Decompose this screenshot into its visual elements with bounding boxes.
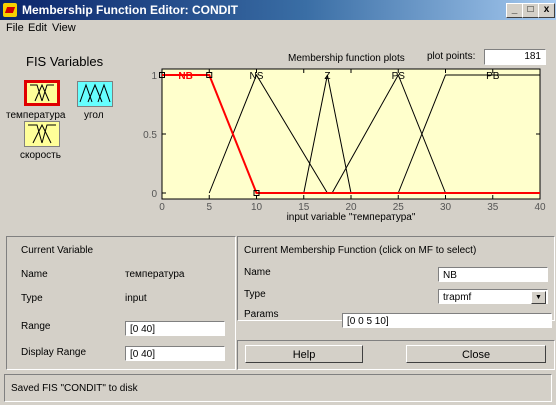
x-tick-label: 30 <box>440 202 452 213</box>
plot-title: Membership function plots <box>288 53 405 64</box>
mf-type-select[interactable]: trapmf ▼ <box>438 289 548 304</box>
mf-plot[interactable]: 0 5 10 15 20 25 30 35 4000.51input variable "тем… <box>140 64 556 234</box>
display-range-label: Display Range <box>21 347 87 358</box>
status-bar: Saved FIS "CONDIT" to disk <box>4 374 552 402</box>
mf-name-input[interactable]: NB <box>438 267 548 282</box>
fis-variables-title: FIS Variables <box>26 54 104 69</box>
matlab-icon <box>3 3 17 17</box>
current-variable-title: Current Variable <box>21 245 94 256</box>
variable-box-speed[interactable] <box>24 121 60 147</box>
variable-box-angle[interactable] <box>77 81 113 107</box>
x-tick-label: 0 <box>159 202 165 213</box>
y-tick-label: 1 <box>151 71 157 82</box>
close-window-button[interactable]: x <box>538 3 555 18</box>
x-axis-label: input variable "температура" <box>287 212 416 223</box>
mf-label-ps[interactable]: PS <box>392 71 406 82</box>
current-variable-panel: Current Variable Name температура Type i… <box>6 236 236 370</box>
menu-edit[interactable]: Edit <box>28 22 47 34</box>
variable-name-label: Name <box>21 269 48 280</box>
variable-box-temperature[interactable] <box>24 80 60 106</box>
mf-type-value: trapmf <box>443 292 472 303</box>
current-mf-title: Current Membership Function (click on MF… <box>244 245 477 256</box>
y-tick-label: 0.5 <box>143 130 157 141</box>
mf-type-label: Type <box>244 289 266 300</box>
variable-label-speed: скорость <box>20 150 61 161</box>
help-button[interactable]: Help <box>245 345 363 363</box>
variable-type-label: Type <box>21 293 43 304</box>
mf-label-pb[interactable]: PB <box>486 71 500 82</box>
maximize-button[interactable]: □ <box>522 3 539 18</box>
variable-name-value: температура <box>125 269 185 280</box>
title-bar: Membership Function Editor: CONDIT _ □ x <box>0 0 556 20</box>
minimize-button[interactable]: _ <box>506 3 523 18</box>
range-label: Range <box>21 321 51 332</box>
display-range-input[interactable]: [0 40] <box>125 346 225 361</box>
close-button[interactable]: Close <box>406 345 546 363</box>
current-mf-panel: Current Membership Function (click on MF… <box>237 236 555 321</box>
mf-thumbnail-icon <box>30 83 54 102</box>
menu-bar: File Edit View <box>0 20 556 37</box>
mf-name-label: Name <box>244 267 271 278</box>
variable-label-angle: угол <box>84 110 104 121</box>
mf-thumbnail-icon <box>79 83 111 103</box>
mf-label-ns[interactable]: NS <box>250 71 264 82</box>
mf-label-nb[interactable]: NB <box>178 71 192 82</box>
status-text: Saved FIS "CONDIT" to disk <box>11 383 138 394</box>
plot-area[interactable] <box>161 68 541 200</box>
variable-type-value: input <box>125 293 147 304</box>
x-tick-label: 5 <box>206 202 212 213</box>
params-input[interactable]: [0 0 5 10] <box>342 313 552 328</box>
x-tick-label: 40 <box>534 202 546 213</box>
variable-label-temperature: температура <box>6 110 66 121</box>
menu-view[interactable]: View <box>52 22 76 34</box>
window-title: Membership Function Editor: CONDIT <box>22 3 238 17</box>
menu-file[interactable]: File <box>6 22 24 34</box>
chevron-down-icon[interactable]: ▼ <box>531 291 546 304</box>
params-label: Params <box>244 309 279 320</box>
mf-thumbnail-icon <box>28 123 56 144</box>
mf-label-z[interactable]: Z <box>324 71 330 82</box>
range-input[interactable]: [0 40] <box>125 321 225 336</box>
plot-points-input[interactable]: 181 <box>484 49 546 65</box>
x-tick-label: 10 <box>251 202 263 213</box>
plot-points-label: plot points: <box>427 51 476 62</box>
y-tick-label: 0 <box>151 189 157 200</box>
x-tick-label: 35 <box>487 202 499 213</box>
